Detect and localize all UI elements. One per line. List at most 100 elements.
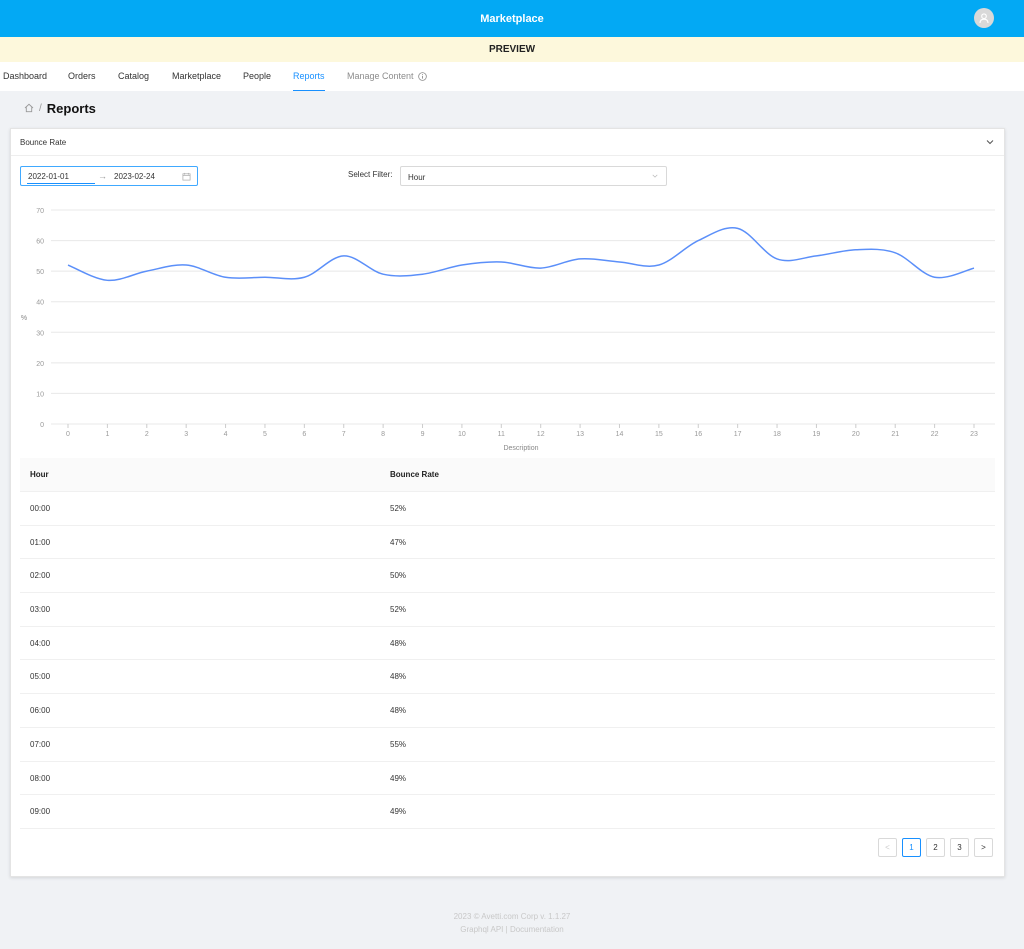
- x-tick-label: 4: [224, 431, 228, 438]
- x-tick-label: 14: [616, 431, 624, 438]
- user-avatar[interactable]: [974, 8, 994, 28]
- column-header-bounce-rate[interactable]: Bounce Rate: [390, 458, 439, 491]
- x-tick-label: 11: [498, 431, 505, 438]
- hour-cell: 08:00: [30, 773, 51, 783]
- footer-copyright: 2023 © Avetti.com Corp v. 1.1.27: [453, 912, 571, 921]
- table-row: 04:00 48%: [20, 627, 995, 661]
- x-tick-label: 20: [852, 431, 860, 438]
- hour-cell: 06:00: [30, 706, 51, 716]
- table-row: 01:00 47%: [20, 526, 995, 560]
- y-tick-label: 60: [36, 239, 44, 246]
- page-1-button[interactable]: 1: [902, 838, 921, 857]
- table-row: 09:00 49%: [20, 795, 995, 829]
- rate-cell: 48%: [390, 638, 407, 648]
- table-row: 06:00 48%: [20, 694, 995, 728]
- y-tick-label: 20: [36, 361, 44, 368]
- hour-cell: 03:00: [30, 605, 51, 615]
- x-tick-label: 12: [537, 431, 545, 438]
- rate-cell: 52%: [390, 605, 407, 615]
- x-tick-label: 15: [655, 431, 663, 438]
- rate-cell: 49%: [390, 807, 407, 817]
- graphql-api-link[interactable]: Graphql API: [460, 925, 503, 934]
- rate-cell: 48%: [390, 672, 407, 682]
- page-2-button[interactable]: 2: [926, 838, 945, 857]
- hour-cell: 00:00: [30, 504, 51, 513]
- x-axis-label: Description: [503, 445, 538, 452]
- x-tick-label: 5: [263, 431, 267, 438]
- x-tick-label: 9: [421, 431, 425, 438]
- app-title: Marketplace: [480, 12, 544, 25]
- rate-cell: 48%: [390, 706, 407, 716]
- footer-links: Graphql API | Documentation: [0, 923, 1024, 936]
- nav-catalog[interactable]: Catalog: [118, 62, 149, 91]
- bounce-rate-series-line: [67, 226, 975, 282]
- footer-divider: |: [505, 925, 508, 934]
- x-tick-label: 2: [145, 431, 149, 438]
- y-tick-label: 40: [36, 300, 44, 307]
- y-tick-label: 70: [36, 208, 44, 215]
- next-page-button[interactable]: >: [974, 838, 993, 857]
- nav-dashboard[interactable]: Dashboard: [3, 62, 47, 91]
- x-tick-label: 13: [576, 431, 584, 438]
- documentation-link[interactable]: Documentation: [510, 925, 564, 934]
- y-tick-label: 0: [40, 422, 44, 429]
- prev-page-button[interactable]: <: [878, 838, 897, 857]
- rate-cell: 50%: [390, 571, 407, 581]
- nav-people[interactable]: People: [243, 62, 271, 91]
- table-header: Hour Bounce Rate: [20, 458, 995, 492]
- breadcrumb: / Reports: [24, 100, 96, 116]
- x-tick-label: 10: [458, 431, 466, 438]
- user-icon: [979, 13, 989, 24]
- table-row: 02:00 50%: [20, 559, 995, 594]
- table-row: 05:00 48%: [20, 660, 995, 695]
- bounce-rate-table: Hour Bounce Rate 00:00 52% 01:00 47% 02:00…: [20, 458, 995, 829]
- home-icon[interactable]: [24, 103, 34, 113]
- hour-cell: 05:00: [30, 672, 51, 682]
- top-bar: Marketplace: [0, 0, 1024, 37]
- footer: 2023 © Avetti.com Corp v. 1.1.27 Graphql…: [0, 910, 1024, 936]
- y-axis-label: %: [21, 315, 27, 322]
- hour-cell: 02:00: [30, 571, 51, 581]
- rate-cell: 55%: [390, 739, 407, 749]
- x-tick-label: 0: [66, 431, 70, 438]
- page-3-button[interactable]: 3: [950, 838, 969, 857]
- y-tick-label: 30: [36, 330, 44, 337]
- y-tick-label: 50: [36, 269, 44, 276]
- y-tick-label: 10: [36, 391, 44, 398]
- table-row: 08:00 49%: [20, 762, 995, 796]
- x-tick-label: 18: [773, 431, 781, 438]
- column-header-hour[interactable]: Hour: [30, 458, 49, 491]
- pagination: < 1 2 3 >: [878, 838, 993, 857]
- table-row: 00:00 52%: [20, 492, 995, 526]
- x-tick-label: 22: [931, 431, 939, 438]
- nav-manage-content[interactable]: Manage Content: [347, 62, 427, 91]
- x-tick-label: 19: [813, 431, 821, 438]
- info-icon: [417, 72, 427, 81]
- table-row: 03:00 52%: [20, 593, 995, 627]
- nav-manage-content-label: Manage Content: [347, 71, 414, 81]
- nav-marketplace[interactable]: Marketplace: [172, 62, 221, 91]
- x-tick-label: 21: [891, 431, 899, 438]
- nav-orders[interactable]: Orders: [68, 62, 96, 91]
- breadcrumb-separator: /: [39, 102, 42, 114]
- rate-cell: 49%: [390, 773, 407, 783]
- x-tick-label: 7: [342, 431, 346, 438]
- preview-banner: PREVIEW: [0, 37, 1024, 62]
- x-tick-label: 3: [184, 431, 188, 438]
- x-tick-label: 6: [302, 431, 306, 438]
- hour-cell: 07:00: [30, 739, 51, 749]
- bounce-rate-panel: Bounce Rate 2022-01-01 → 2023-02-24 Sele…: [10, 128, 1005, 877]
- x-tick-label: 16: [694, 431, 702, 438]
- main-nav: Dashboard Orders Catalog Marketplace Peo…: [0, 62, 1024, 91]
- x-tick-label: 17: [734, 431, 742, 438]
- hour-cell: 09:00: [30, 807, 51, 817]
- x-tick-label: 8: [381, 431, 385, 438]
- x-tick-label: 23: [970, 431, 978, 438]
- rate-cell: 52%: [390, 504, 407, 513]
- nav-reports[interactable]: Reports: [293, 62, 325, 91]
- bounce-rate-chart: 0102030405060700 1 2 3 4 5 6 7 8 9 10 11 12 13 14 15 16 1…: [21, 208, 995, 452]
- table-row: 07:00 55%: [20, 728, 995, 762]
- x-tick-label: 1: [105, 431, 109, 438]
- rate-cell: 47%: [390, 537, 407, 547]
- page-title: Reports: [46, 100, 96, 116]
